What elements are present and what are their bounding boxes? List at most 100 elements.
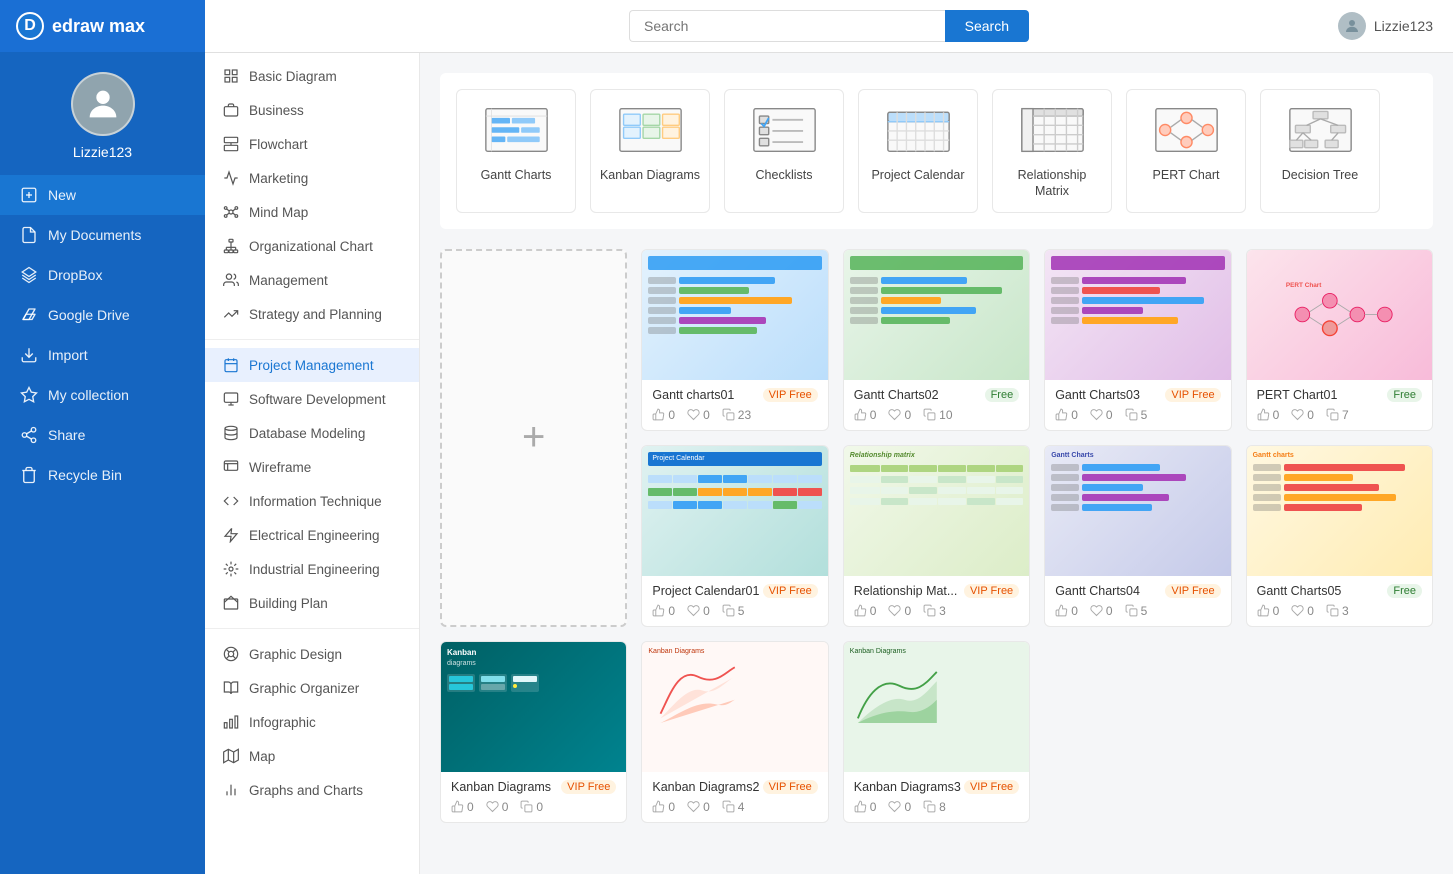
cat-org-chart[interactable]: Organizational Chart <box>205 229 419 263</box>
diagram-stats-10: 0 0 8 <box>854 800 1019 814</box>
cat-graphic-organizer[interactable]: Graphic Organizer <box>205 671 419 705</box>
diagram-info-1: Gantt Charts02 Free 0 0 <box>844 380 1029 430</box>
diagram-name-4: Project Calendar01 <box>652 584 759 598</box>
cat-wireframe[interactable]: Wireframe <box>205 450 419 484</box>
app-logo[interactable]: D edraw max <box>0 0 205 52</box>
cat-flowchart[interactable]: Flowchart <box>205 127 419 161</box>
diagram-thumb-7: Gantt charts <box>1247 446 1432 576</box>
relationship-matrix-label: Relationship Matrix <box>1001 167 1103 200</box>
cat-label: Management <box>249 273 328 288</box>
cat-electrical[interactable]: Electrical Engineering <box>205 518 419 552</box>
decision-tree-label: Decision Tree <box>1282 167 1358 183</box>
cat-label: Graphic Design <box>249 647 342 662</box>
cat-business[interactable]: Business <box>205 93 419 127</box>
cat-label: Information Technique <box>249 494 382 509</box>
user-profile: Lizzie123 <box>0 52 205 175</box>
new-diagram-card[interactable]: + <box>440 249 627 627</box>
cat-information-technique[interactable]: Information Technique <box>205 484 419 518</box>
sidebar-item-import[interactable]: Import <box>0 335 205 375</box>
template-project-calendar[interactable]: Project Calendar <box>858 89 978 213</box>
cat-basic-diagram[interactable]: Basic Diagram <box>205 59 419 93</box>
cat-software-dev[interactable]: Software Development <box>205 382 419 416</box>
pert-chart-label: PERT Chart <box>1153 167 1220 183</box>
category-panel: Basic Diagram Business Flowchart Marketi… <box>205 53 420 874</box>
cat-label: Graphs and Charts <box>249 783 363 798</box>
gantt-charts-label: Gantt Charts <box>481 167 552 183</box>
topbar-avatar <box>1338 12 1366 40</box>
diagram-stats-2: 0 0 5 <box>1055 408 1220 422</box>
template-pert-chart[interactable]: PERT Chart <box>1126 89 1246 213</box>
diagram-card-6[interactable]: Gantt Charts Gantt Charts04 VIP Free <box>1044 445 1231 627</box>
diagram-info-5: Relationship Mat... VIP Free 0 0 <box>844 576 1029 626</box>
kanban-icon <box>615 102 685 157</box>
diagram-name-2: Gantt Charts03 <box>1055 388 1140 402</box>
content-wrapper: Basic Diagram Business Flowchart Marketi… <box>205 53 1453 874</box>
plus-icon: + <box>522 415 545 460</box>
sidebar-nav: New My Documents DropBox Google Drive Im… <box>0 175 205 874</box>
cat-industrial[interactable]: Industrial Engineering <box>205 552 419 586</box>
template-gantt-charts[interactable]: Gantt Charts <box>456 89 576 213</box>
cat-divider1 <box>205 339 419 340</box>
avatar <box>71 72 135 136</box>
template-kanban[interactable]: Kanban Diagrams <box>590 89 710 213</box>
sidebar-item-my-collection[interactable]: My collection <box>0 375 205 415</box>
template-checklists[interactable]: Checklists <box>724 89 844 213</box>
diagram-badge-10: VIP Free <box>964 780 1019 794</box>
search-button[interactable]: Search <box>945 10 1029 42</box>
cat-building[interactable]: Building Plan <box>205 586 419 620</box>
diagram-card-2[interactable]: Gantt Charts03 VIP Free 0 0 <box>1044 249 1231 431</box>
sidebar-item-collection-label: My collection <box>48 387 129 403</box>
cat-label: Project Management <box>249 358 374 373</box>
sidebar-item-google-drive[interactable]: Google Drive <box>0 295 205 335</box>
diagram-badge-9: VIP Free <box>763 780 818 794</box>
sidebar: D edraw max Lizzie123 New My Documents D… <box>0 0 205 874</box>
topbar-username: Lizzie123 <box>1374 18 1433 34</box>
diagram-name-10: Kanban Diagrams3 <box>854 780 961 794</box>
diagram-card-5[interactable]: Relationship matrix <box>843 445 1030 627</box>
cat-database[interactable]: Database Modeling <box>205 416 419 450</box>
diagram-badge-1: Free <box>985 388 1020 402</box>
cat-infographic[interactable]: Infographic <box>205 705 419 739</box>
sidebar-item-drive-label: Google Drive <box>48 307 130 323</box>
diagram-stats-6: 0 0 5 <box>1055 604 1220 618</box>
diagram-name-5: Relationship Mat... <box>854 584 958 598</box>
cat-strategy[interactable]: Strategy and Planning <box>205 297 419 331</box>
diagram-card-10[interactable]: Kanban Diagrams Kanban Diagrams3 VIP Fre… <box>843 641 1030 823</box>
cat-mind-map[interactable]: Mind Map <box>205 195 419 229</box>
cat-map[interactable]: Map <box>205 739 419 773</box>
diagram-thumb-1 <box>844 250 1029 380</box>
sidebar-item-dropbox[interactable]: DropBox <box>0 255 205 295</box>
cat-management[interactable]: Management <box>205 263 419 297</box>
diagram-badge-0: VIP Free <box>763 388 818 402</box>
diagram-card-7[interactable]: Gantt charts Gantt Charts05 Free <box>1246 445 1433 627</box>
diagram-card-0[interactable]: Gantt charts01 VIP Free 0 0 <box>641 249 828 431</box>
cat-marketing[interactable]: Marketing <box>205 161 419 195</box>
search-input[interactable] <box>629 10 945 42</box>
template-relationship-matrix[interactable]: Relationship Matrix <box>992 89 1112 213</box>
decision-tree-icon <box>1285 102 1355 157</box>
cat-label: Infographic <box>249 715 316 730</box>
cat-graphic-design[interactable]: Graphic Design <box>205 637 419 671</box>
diagram-card-8[interactable]: Kanban diagrams <box>440 641 627 823</box>
diagram-thumb-4: Project Calendar <box>642 446 827 576</box>
cat-divider2 <box>205 628 419 629</box>
diagram-card-3[interactable]: PERT Chart <box>1246 249 1433 431</box>
sidebar-item-my-documents[interactable]: My Documents <box>0 215 205 255</box>
sidebar-item-share-label: Share <box>48 427 85 443</box>
template-carousel: Gantt Charts Kanban <box>440 73 1433 229</box>
diagram-grid: + <box>440 249 1433 823</box>
diagram-card-1[interactable]: Gantt Charts02 Free 0 0 <box>843 249 1030 431</box>
template-decision-tree[interactable]: Decision Tree <box>1260 89 1380 213</box>
stat-likes-1: 0 <box>854 408 877 422</box>
diagram-name-8: Kanban Diagrams <box>451 780 551 794</box>
sidebar-item-new-label: New <box>48 187 76 203</box>
diagram-thumb-6: Gantt Charts <box>1045 446 1230 576</box>
sidebar-item-recycle-bin[interactable]: Recycle Bin <box>0 455 205 495</box>
diagram-card-4[interactable]: Project Calendar <box>641 445 828 627</box>
diagram-card-9[interactable]: Kanban Diagrams Kanban Diagrams2 VIP Fre… <box>641 641 828 823</box>
diagram-stats-0: 0 0 23 <box>652 408 817 422</box>
sidebar-item-share[interactable]: Share <box>0 415 205 455</box>
cat-project-management[interactable]: Project Management <box>205 348 419 382</box>
cat-graphs-charts[interactable]: Graphs and Charts <box>205 773 419 807</box>
sidebar-item-new[interactable]: New <box>0 175 205 215</box>
